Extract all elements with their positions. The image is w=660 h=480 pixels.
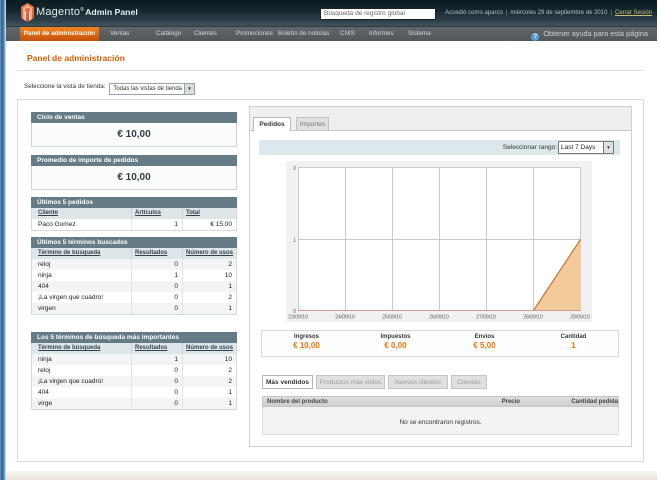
svg-text:28/09/10: 28/09/10	[523, 315, 543, 321]
svg-text:1: 1	[293, 238, 296, 244]
svg-text:29/09/10: 29/09/10	[570, 315, 590, 321]
svg-text:23/09/10: 23/09/10	[288, 315, 308, 321]
svg-text:26/09/10: 26/09/10	[429, 315, 449, 321]
svg-text:24/09/10: 24/09/10	[335, 315, 355, 321]
svg-text:25/09/10: 25/09/10	[382, 315, 402, 321]
svg-text:27/09/10: 27/09/10	[476, 315, 496, 321]
svg-text:2: 2	[293, 166, 296, 172]
